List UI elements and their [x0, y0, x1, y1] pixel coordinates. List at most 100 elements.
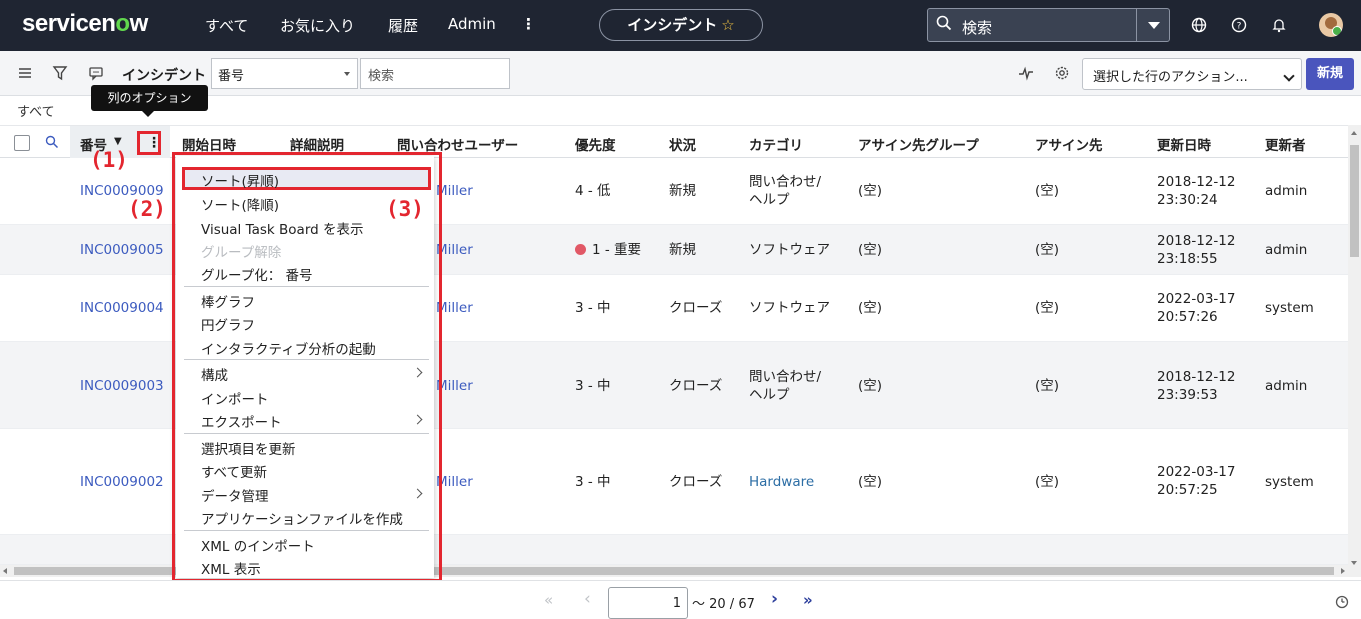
menu-create-application-file[interactable]: アプリケーションファイルを作成 — [201, 508, 403, 528]
menu-pie-chart[interactable]: 円グラフ — [201, 314, 255, 334]
last-page-icon[interactable]: » — [803, 591, 813, 609]
column-search-icon[interactable] — [45, 135, 59, 149]
menu-data-management[interactable]: データ管理 — [201, 485, 269, 505]
assignee-value: (空) — [1035, 378, 1060, 394]
activity-icon[interactable] — [1017, 64, 1035, 82]
search-scope-dropdown[interactable] — [1136, 9, 1169, 41]
menu-ungroup: グループ解除 — [201, 245, 282, 261]
updated-date: 2018-12-12 — [1157, 233, 1236, 249]
menu-visual-task-board[interactable]: Visual Task Board を表示 — [201, 218, 364, 238]
select-all-checkbox[interactable] — [14, 135, 30, 151]
vertical-scrollbar[interactable] — [1348, 125, 1361, 577]
annotation-label-2: (2) — [128, 197, 166, 221]
globe-icon[interactable] — [1190, 16, 1208, 34]
list-search-input[interactable]: 検索 — [360, 58, 510, 89]
priority-value: 3 - 中 — [575, 300, 611, 316]
vertical-dots-icon: ⋮ — [147, 135, 161, 151]
global-search[interactable]: 検索 — [927, 8, 1170, 42]
menu-sort-ascending[interactable]: ソート(昇順) — [201, 170, 279, 190]
assignee-value: (空) — [1035, 183, 1060, 199]
search-field-select[interactable]: 番号 — [211, 58, 358, 89]
column-header-caller[interactable]: 問い合わせユーザー — [397, 134, 518, 154]
nav-admin[interactable]: Admin — [448, 15, 496, 33]
incident-number-link[interactable]: INC0009002 — [80, 473, 164, 491]
updated-by-value: system — [1265, 300, 1314, 316]
new-button[interactable]: 新規 — [1306, 58, 1354, 90]
critical-priority-dot-icon — [575, 244, 586, 255]
help-icon[interactable]: ? — [1230, 16, 1248, 34]
menu-import[interactable]: インポート — [201, 388, 269, 408]
notification-bell-icon[interactable] — [1270, 16, 1288, 34]
menu-configure[interactable]: 構成 — [201, 364, 228, 384]
updated-date: 2022-03-17 — [1157, 291, 1236, 307]
category-link[interactable]: Hardware — [749, 473, 814, 491]
menu-bar-chart[interactable]: 棒グラフ — [201, 291, 255, 311]
scroll-right-icon[interactable] — [1341, 568, 1345, 574]
favorite-star-icon[interactable]: ☆ — [721, 16, 734, 34]
priority-value: 3 - 中 — [575, 474, 611, 490]
filter-icon[interactable] — [51, 64, 69, 82]
menu-sort-descending[interactable]: ソート(降順) — [201, 194, 279, 214]
updated-date: 2022-03-17 — [1157, 464, 1236, 480]
state-value: 新規 — [669, 183, 696, 199]
scroll-left-icon[interactable] — [3, 568, 7, 574]
column-header-priority[interactable]: 優先度 — [575, 134, 616, 154]
global-search-input[interactable]: 検索 — [962, 17, 992, 38]
scroll-down-icon[interactable] — [1351, 561, 1357, 565]
priority-value: 3 - 中 — [575, 378, 611, 394]
hamburger-menu-icon[interactable] — [16, 64, 34, 82]
column-header-opened[interactable]: 開始日時 — [182, 134, 236, 154]
menu-import-xml[interactable]: XML のインポート — [201, 535, 315, 555]
list-title: インシデント — [122, 68, 206, 84]
column-options-button[interactable]: ⋮ — [137, 131, 161, 155]
updated-time: 23:30:24 — [1157, 192, 1218, 208]
menu-group-by[interactable]: グループ化： 番号 — [201, 264, 312, 284]
caller-link[interactable]: Miller — [436, 377, 473, 395]
category-line1: 問い合わせ/ — [749, 369, 822, 385]
incident-number-link[interactable]: INC0009004 — [80, 299, 164, 317]
updated-time: 20:57:26 — [1157, 309, 1218, 325]
row-action-select[interactable]: 選択した行のアクション... — [1082, 58, 1302, 90]
servicenow-logo[interactable]: servicenow — [22, 10, 148, 38]
scroll-up-icon[interactable] — [1351, 131, 1357, 135]
menu-show-xml[interactable]: XML 表示 — [201, 558, 261, 578]
column-header-state[interactable]: 状況 — [669, 134, 696, 154]
nav-all[interactable]: すべて — [205, 15, 248, 36]
chat-icon[interactable] — [87, 64, 105, 82]
breadcrumb[interactable]: すべて — [17, 101, 55, 120]
assignment-group-value: (空) — [858, 183, 883, 199]
response-time-icon[interactable] — [1335, 595, 1349, 609]
context-title-pill[interactable]: インシデント ☆ — [599, 9, 763, 41]
top-navigation: servicenow すべて お気に入り 履歴 Admin ⋮ インシデント ☆ … — [0, 0, 1361, 51]
column-header-assigned-to[interactable]: アサイン先 — [1035, 134, 1103, 154]
column-header-updated[interactable]: 更新日時 — [1157, 134, 1211, 154]
updated-by-value: system — [1265, 474, 1314, 490]
column-header-category[interactable]: カテゴリ — [749, 134, 803, 154]
category-line1: ソフトウェア — [749, 242, 830, 258]
previous-page-icon[interactable]: ‹ — [584, 589, 591, 609]
nav-favorites[interactable]: お気に入り — [280, 15, 355, 36]
caller-link[interactable]: Miller — [436, 299, 473, 317]
incident-number-link[interactable]: INC0009003 — [80, 377, 164, 395]
first-page-icon[interactable]: « — [544, 591, 553, 609]
caller-link[interactable]: Miller — [436, 473, 473, 491]
caller-link[interactable]: Miller — [436, 182, 473, 200]
menu-interactive-analysis[interactable]: インタラクティブ分析の起動 — [201, 338, 376, 358]
column-header-updated-by[interactable]: 更新者 — [1265, 134, 1306, 154]
vertical-scroll-thumb[interactable] — [1350, 145, 1359, 257]
incident-number-link[interactable]: INC0009005 — [80, 241, 164, 259]
column-header-assignment-group[interactable]: アサイン先グループ — [858, 134, 979, 154]
updated-by-value: admin — [1265, 378, 1308, 394]
nav-history[interactable]: 履歴 — [388, 15, 418, 36]
column-header-description[interactable]: 詳細説明 — [290, 134, 344, 154]
gear-icon[interactable] — [1053, 64, 1071, 82]
state-value: クローズ — [669, 474, 723, 490]
more-options-icon[interactable]: ⋮ — [521, 15, 536, 33]
next-page-icon[interactable]: › — [771, 589, 778, 609]
page-number-input[interactable]: 1 — [608, 587, 688, 619]
menu-export[interactable]: エクスポート — [201, 411, 282, 431]
menu-update-all[interactable]: すべて更新 — [201, 461, 267, 481]
user-avatar[interactable] — [1319, 13, 1343, 37]
caller-link[interactable]: Miller — [436, 241, 473, 259]
menu-update-selected[interactable]: 選択項目を更新 — [201, 438, 296, 458]
